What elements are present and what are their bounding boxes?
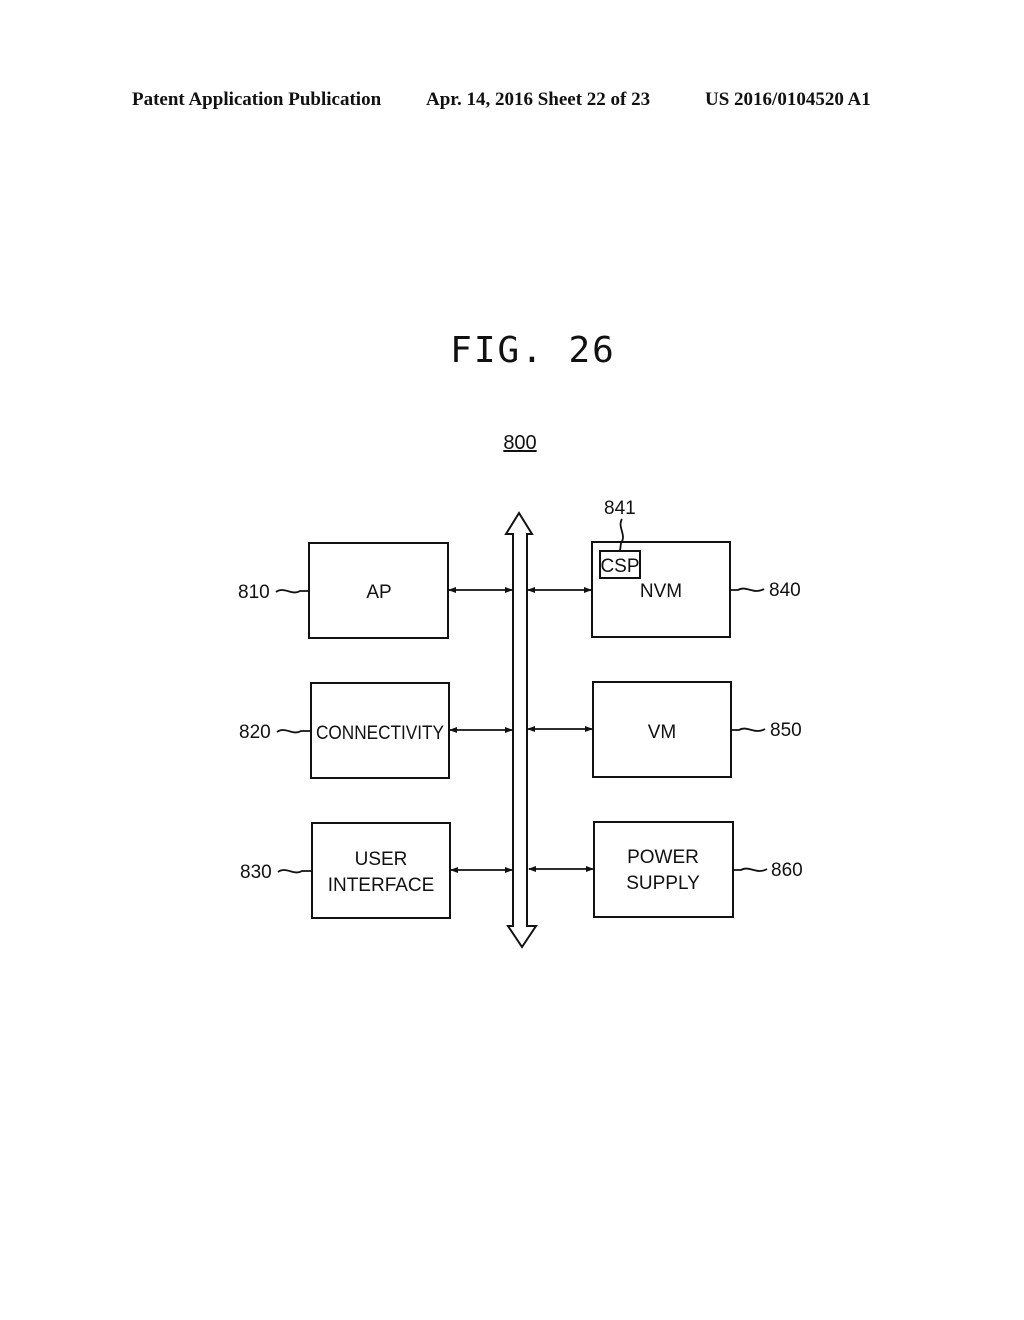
block-connectivity-label: CONNECTIVITY — [316, 723, 444, 744]
leader-810 — [275, 589, 309, 594]
block-user-interface: USER INTERFACE — [311, 822, 451, 919]
ref-860: 860 — [771, 860, 803, 881]
block-power-supply-label-line1: POWER — [627, 847, 699, 868]
ref-841: 841 — [604, 498, 636, 519]
ref-810: 810 — [238, 582, 270, 603]
block-nvm: CSP NVM — [591, 541, 731, 638]
leader-850 — [731, 727, 766, 732]
leader-860 — [733, 867, 768, 872]
block-connectivity: CONNECTIVITY — [310, 682, 450, 779]
leader-820 — [276, 729, 311, 734]
ref-820: 820 — [239, 722, 271, 743]
ref-850: 850 — [770, 720, 802, 741]
block-ap-label: AP — [366, 582, 391, 603]
block-power-supply-label-line2: SUPPLY — [626, 873, 700, 894]
block-user-interface-label-line1: USER — [355, 849, 408, 870]
block-diagram: AP CONNECTIVITY USER INTERFACE CSP NVM V… — [238, 498, 803, 949]
leader-830 — [277, 869, 312, 874]
block-nvm-label: NVM — [640, 581, 682, 602]
sub-block-csp-label: CSP — [600, 556, 639, 577]
ref-840: 840 — [769, 580, 801, 601]
block-vm: VM — [592, 681, 732, 778]
block-power-supply: POWER SUPPLY — [593, 821, 734, 918]
block-vm-label: VM — [648, 722, 677, 743]
block-user-interface-label-line2: INTERFACE — [328, 875, 435, 896]
ref-830: 830 — [240, 862, 272, 883]
block-ap: AP — [308, 542, 449, 639]
leader-840 — [730, 587, 765, 592]
